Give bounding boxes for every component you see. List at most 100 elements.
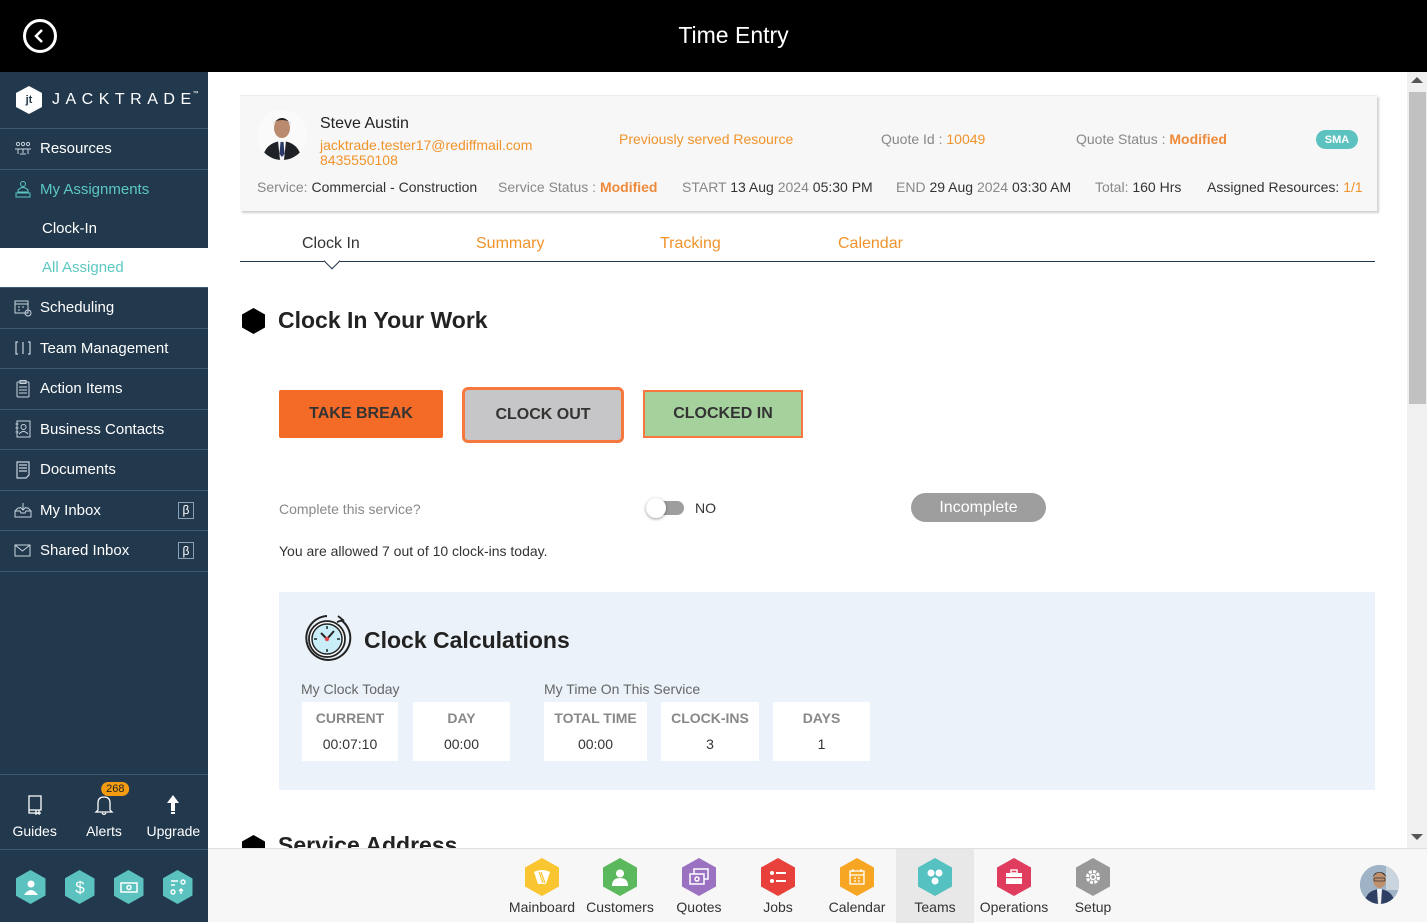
dock-operations[interactable]: Operations [975, 849, 1053, 923]
take-break-button[interactable]: TAKE BREAK [279, 390, 443, 438]
sidebar-item-business-contacts[interactable]: Business Contacts [0, 408, 208, 450]
sidebar-item-resources[interactable]: Resources [0, 128, 208, 169]
guides-button[interactable]: Guides [0, 775, 69, 839]
dock-label: Customers [586, 899, 654, 915]
total-label: Total: [1095, 179, 1133, 195]
service-type: Service: Commercial - Construction [257, 179, 477, 195]
service-status-value: Modified [599, 179, 658, 195]
workflow-quick-button[interactable] [162, 870, 193, 904]
scroll-down-arrow-icon[interactable] [1411, 834, 1423, 840]
tab-summary[interactable]: Summary [476, 235, 544, 253]
quote-id-label: Quote Id : [881, 131, 947, 147]
sidebar-item-my-inbox[interactable]: My Inbox β [0, 489, 208, 531]
tab-bar: Clock In Summary Tracking Calendar [240, 232, 1375, 270]
start-label: START [682, 179, 731, 195]
user-quick-button[interactable] [15, 870, 46, 904]
stat-header: DAYS [802, 710, 841, 726]
scheduling-icon [13, 298, 33, 318]
start-datetime: START 13 Aug 2024 05:30 PM [682, 179, 873, 195]
dock-customers[interactable]: Customers [581, 849, 659, 923]
sidebar-item-team-management[interactable]: Team Management [0, 327, 208, 369]
sidebar-item-documents[interactable]: Documents [0, 449, 208, 490]
toggle-state-label: NO [695, 500, 716, 516]
tab-clock-in[interactable]: Clock In [302, 235, 360, 253]
beta-badge: β [178, 501, 194, 519]
dock-jobs[interactable]: Jobs [739, 849, 817, 923]
dock-label: Setup [1074, 899, 1112, 915]
previously-served-label: Previously served Resource [619, 131, 794, 147]
sidebar-item-shared-inbox[interactable]: Shared Inbox β [0, 530, 208, 571]
clock-calculations-title: Clock Calculations [364, 627, 570, 653]
sidebar-utilities: Guides Alerts 268 Upgrade $ [0, 774, 208, 923]
stopwatch-icon [305, 615, 352, 661]
sidebar-item-scheduling[interactable]: Scheduling [0, 287, 208, 328]
main-scrollbar[interactable] [1407, 72, 1427, 848]
mainboard-icon [525, 858, 559, 896]
customer-icon [603, 858, 637, 896]
time-on-service-label: My Time On This Service [544, 681, 701, 697]
dollar-quick-button[interactable]: $ [64, 870, 95, 904]
resource-email[interactable]: jacktrade.tester17@rediffmail.com [320, 137, 532, 153]
sidebar: jt JACKTRADE ™ Resources My Assignments … [0, 72, 208, 922]
dock-mainboard[interactable]: Mainboard [503, 849, 581, 923]
stat-value: 00:07:10 [322, 736, 378, 752]
quote-id: Quote Id : 10049 [881, 131, 985, 147]
sidebar-item-label: Scheduling [40, 299, 115, 317]
clocked-in-button[interactable]: CLOCKED IN [643, 390, 803, 438]
stat-header: TOTAL TIME [554, 710, 637, 726]
dock-teams[interactable]: Teams [896, 849, 974, 923]
jacktrade-logo[interactable]: jt JACKTRADE ™ [16, 86, 199, 114]
gear-icon [1076, 858, 1110, 896]
contacts-icon [13, 419, 33, 439]
sidebar-subitem-all-assigned[interactable]: All Assigned [0, 248, 208, 287]
quote-status-value: Modified [1169, 131, 1227, 147]
sidebar-item-label: Shared Inbox [40, 542, 130, 560]
page-title: Time Entry [678, 22, 789, 48]
dock-label: Operations [979, 899, 1049, 915]
bottom-dock: Mainboard Customers Quotes Jobs Calendar… [208, 848, 1427, 923]
money-icon [119, 882, 138, 893]
incomplete-status-button[interactable]: Incomplete [911, 493, 1046, 522]
assigned-value: 1/1 [1343, 179, 1363, 195]
arrow-up-icon [139, 792, 208, 818]
resource-phone[interactable]: 8435550108 [320, 152, 398, 168]
complete-service-toggle[interactable] [646, 498, 686, 518]
alerts-count-badge: 268 [101, 782, 130, 796]
stat-header: CURRENT [315, 710, 385, 726]
assigned-label: Assigned Resources: [1207, 179, 1344, 195]
top-bar: Time Entry [0, 0, 1427, 72]
dock-setup[interactable]: Setup [1054, 849, 1132, 923]
tab-tracking[interactable]: Tracking [660, 235, 721, 253]
tab-calendar[interactable]: Calendar [838, 235, 903, 253]
scroll-thumb[interactable] [1409, 92, 1426, 404]
sidebar-item-action-items[interactable]: Action Items [0, 368, 208, 409]
sidebar-subitem-clock-in[interactable]: Clock-In [0, 209, 208, 248]
start-time: 05:30 PM [812, 179, 873, 195]
sidebar-item-my-assignments[interactable]: My Assignments [0, 168, 208, 210]
sma-badge: SMA [1316, 130, 1358, 149]
stat-value: 3 [706, 736, 714, 752]
upgrade-button[interactable]: Upgrade [139, 775, 208, 839]
clock-ins-allowed-text: You are allowed 7 out of 10 clock-ins to… [279, 543, 548, 559]
stat-day: DAY 00:00 [413, 702, 510, 761]
stat-clock-ins: CLOCK-INS 3 [661, 702, 759, 761]
dock-calendar[interactable]: Calendar [818, 849, 896, 923]
alerts-button[interactable]: Alerts 268 [69, 775, 138, 839]
clock-out-button[interactable]: CLOCK OUT [462, 387, 624, 443]
dock-label: Mainboard [508, 899, 576, 915]
quote-id-value[interactable]: 10049 [946, 131, 985, 147]
start-year: 2024 [773, 179, 813, 195]
calendar-icon [840, 858, 874, 896]
money-quick-button[interactable] [113, 870, 144, 904]
clock-calculations-panel: Clock Calculations My Clock Today My Tim… [279, 592, 1375, 790]
sidebar-item-label: My Assignments [40, 180, 150, 198]
upgrade-label: Upgrade [146, 823, 201, 839]
user-avatar[interactable] [1360, 865, 1399, 904]
alerts-label: Alerts [86, 823, 122, 839]
section-title: Clock In Your Work [278, 307, 488, 333]
end-label: END [896, 179, 930, 195]
scroll-up-arrow-icon[interactable] [1411, 77, 1423, 83]
dock-quotes[interactable]: Quotes [660, 849, 738, 923]
clipboard-icon [13, 379, 33, 399]
dock-label: Jobs [763, 899, 793, 915]
